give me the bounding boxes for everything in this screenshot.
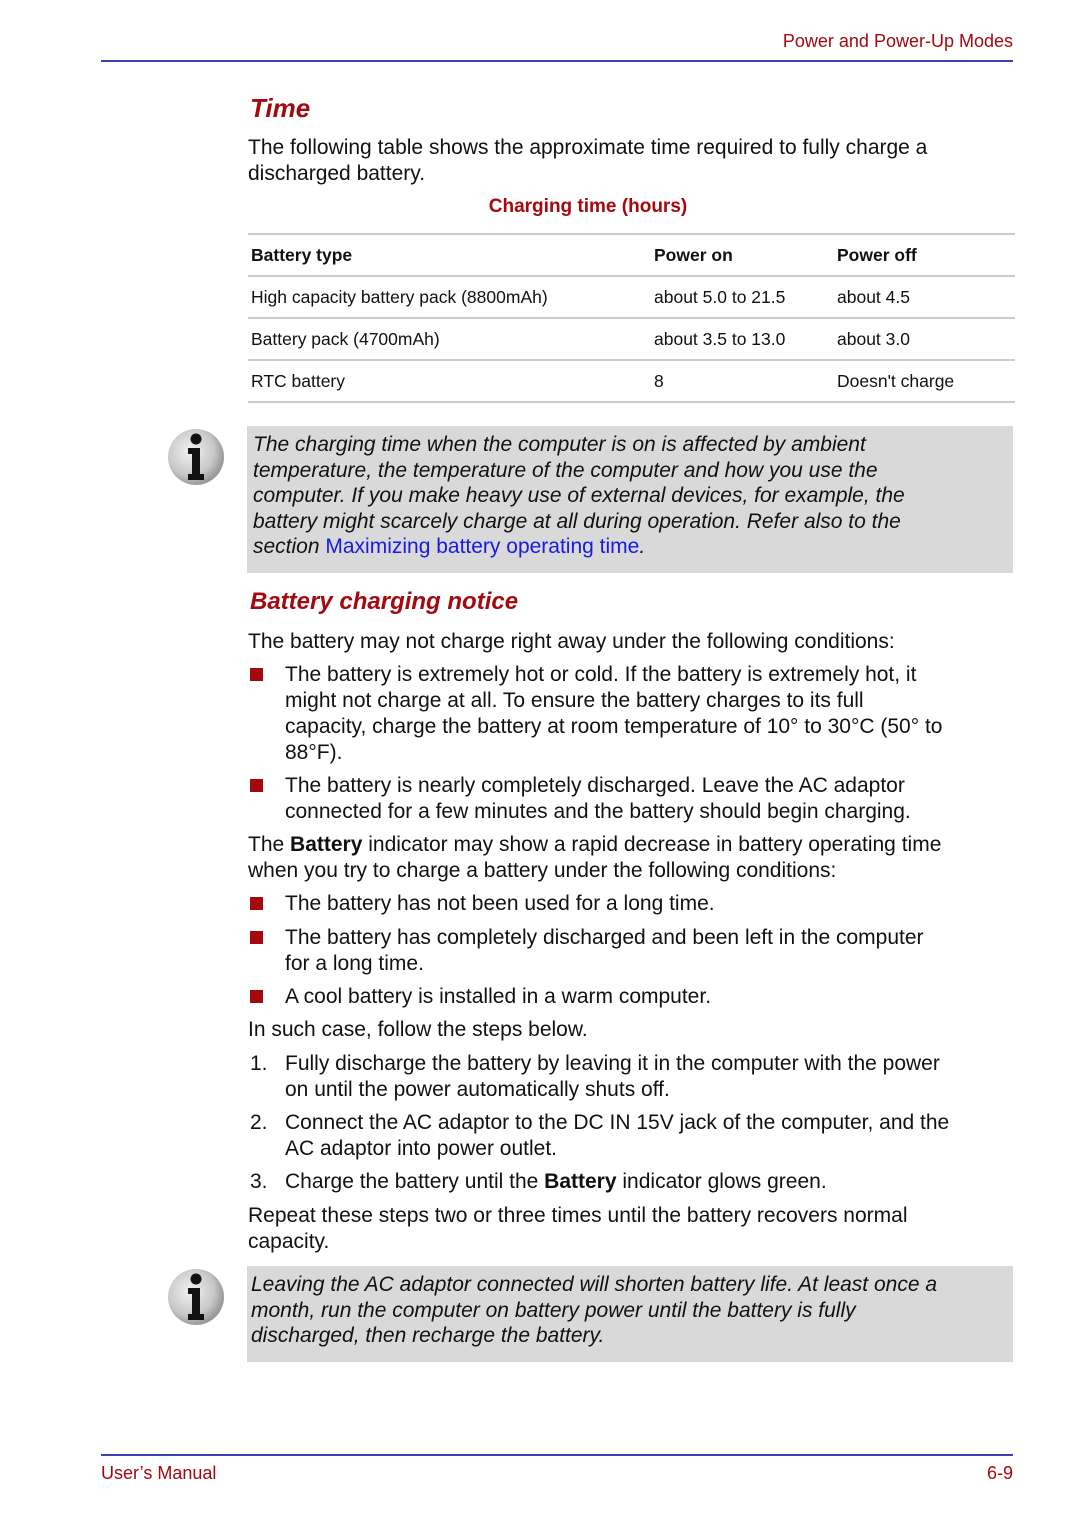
step-number: 2.: [250, 1111, 268, 1134]
step-line: on until the power automatically shuts o…: [285, 1078, 670, 1101]
table-header-row: Battery type Power on Power off: [248, 233, 1015, 276]
column-header-battery-type: Battery type: [248, 233, 651, 276]
list-item-line: for a long time.: [285, 952, 424, 975]
list-item-line: The battery has completely discharged an…: [285, 926, 924, 949]
cell-battery-type: RTC battery: [248, 359, 651, 403]
time-intro: The following table shows the approximat…: [248, 135, 1018, 187]
footer-rule: [101, 1454, 1013, 1456]
indicator-paragraph: The Battery indicator may show a rapid d…: [248, 832, 1018, 884]
note-line: section Maximizing battery operating tim…: [253, 534, 1005, 560]
list-item-line: The battery is extremely hot or cold. If…: [285, 663, 917, 686]
list-item: The battery is nearly completely dischar…: [250, 773, 1020, 825]
bullet-square-icon: [250, 990, 263, 1003]
text: Charge the battery until the: [285, 1170, 545, 1193]
note-line: battery might scarcely charge at all dur…: [253, 509, 901, 533]
list-item-line: 88°F).: [285, 741, 343, 764]
table-row: Battery pack (4700mAh) about 3.5 to 13.0…: [248, 317, 1015, 360]
bullet-square-icon: [250, 931, 263, 944]
cell-power-on: about 3.5 to 13.0: [651, 317, 834, 360]
step-item: 3. Charge the battery until the Battery …: [250, 1169, 1020, 1195]
header-rule: [101, 60, 1013, 62]
info-icon: [167, 1268, 225, 1326]
step-number: 3.: [250, 1170, 268, 1193]
section-heading-time: Time: [250, 93, 311, 123]
table-row: RTC battery 8 Doesn't charge: [248, 359, 1015, 403]
note-text-suffix: .: [639, 535, 646, 558]
bullet-square-icon: [250, 897, 263, 910]
steps-intro: In such case, follow the steps below.: [248, 1018, 588, 1041]
note-text-prefix: section: [253, 535, 326, 558]
info-icon: [167, 428, 225, 486]
list-item: The battery is extremely hot or cold. If…: [250, 662, 1020, 766]
cell-battery-type: High capacity battery pack (8800mAh): [248, 275, 651, 318]
column-header-power-on: Power on: [651, 233, 834, 276]
list-item: The battery has not been used for a long…: [250, 891, 1020, 917]
text: The: [248, 833, 291, 856]
step-item: 2. Connect the AC adaptor to the DC IN 1…: [250, 1110, 1020, 1162]
cell-power-off: Doesn't charge: [834, 359, 1015, 403]
note-box-charging-time: The charging time when the computer is o…: [247, 426, 1013, 573]
note-box-ac-adaptor: Leaving the AC adaptor connected will sh…: [247, 1266, 1013, 1362]
cell-power-on: 8: [651, 359, 834, 403]
list-item: A cool battery is installed in a warm co…: [250, 984, 1020, 1010]
bullet-square-icon: [250, 668, 263, 681]
text: indicator glows green.: [616, 1170, 827, 1193]
table-caption: Charging time (hours): [488, 196, 688, 217]
step-line: AC adaptor into power outlet.: [285, 1137, 557, 1160]
bold-term-battery: Battery: [290, 833, 363, 856]
note-line: month, run the computer on battery power…: [251, 1298, 856, 1322]
list-item-line: capacity, charge the battery at room tem…: [285, 715, 943, 738]
notice-intro: The battery may not charge right away un…: [248, 630, 895, 653]
text: indicator may show a rapid decrease in b…: [362, 833, 942, 856]
note-line: Leaving the AC adaptor connected will sh…: [251, 1273, 938, 1296]
note-text: Leaving the AC adaptor connected will sh…: [251, 1272, 1005, 1349]
indicator-paragraph-line1: The Battery indicator may show a rapid d…: [248, 832, 1018, 858]
time-intro-line2: discharged battery.: [248, 162, 426, 185]
cell-power-off: about 4.5: [834, 275, 1015, 318]
running-header-title: Power and Power-Up Modes: [782, 31, 1013, 51]
list-item: The battery has completely discharged an…: [250, 925, 1020, 977]
repeat-line2: capacity.: [248, 1230, 330, 1253]
step-line: Fully discharge the battery by leaving i…: [285, 1052, 940, 1075]
step-number: 1.: [250, 1052, 268, 1075]
footer-manual-title: User’s Manual: [101, 1463, 217, 1483]
cell-battery-type: Battery pack (4700mAh): [248, 317, 651, 360]
note-line: temperature, the temperature of the comp…: [253, 458, 878, 482]
section-heading-battery-charging-notice: Battery charging notice: [250, 588, 519, 615]
note-line: discharged, then recharge the battery.: [251, 1324, 605, 1347]
bold-term-battery: Battery: [544, 1170, 617, 1193]
bullet-square-icon: [250, 779, 263, 792]
link-maximizing-battery-operating-time[interactable]: Maximizing battery operating time: [325, 535, 639, 558]
page-number: 6-9: [986, 1463, 1013, 1483]
cell-power-on: about 5.0 to 21.5: [651, 275, 834, 318]
time-intro-line1: The following table shows the approximat…: [248, 136, 928, 159]
repeat-paragraph: Repeat these steps two or three times un…: [248, 1203, 1018, 1255]
list-item-line: A cool battery is installed in a warm co…: [285, 985, 712, 1008]
note-line: The charging time when the computer is o…: [253, 433, 866, 456]
note-text: The charging time when the computer is o…: [253, 432, 1005, 560]
table-row: High capacity battery pack (8800mAh) abo…: [248, 275, 1015, 318]
cell-power-off: about 3.0: [834, 317, 1015, 360]
indicator-paragraph-line2: when you try to charge a battery under t…: [248, 859, 837, 882]
charging-time-table: Battery type Power on Power off High cap…: [248, 233, 1015, 403]
list-item-line: The battery has not been used for a long…: [285, 892, 715, 915]
note-line: computer. If you make heavy use of exter…: [253, 484, 905, 507]
step-item: 1. Fully discharge the battery by leavin…: [250, 1051, 1020, 1103]
list-item-line: connected for a few minutes and the batt…: [285, 800, 911, 823]
list-item-line: might not charge at all. To ensure the b…: [285, 689, 864, 712]
repeat-line1: Repeat these steps two or three times un…: [248, 1204, 908, 1227]
column-header-power-off: Power off: [834, 233, 1015, 276]
step-line: Connect the AC adaptor to the DC IN 15V …: [285, 1111, 950, 1134]
list-item-line: The battery is nearly completely dischar…: [285, 774, 905, 797]
